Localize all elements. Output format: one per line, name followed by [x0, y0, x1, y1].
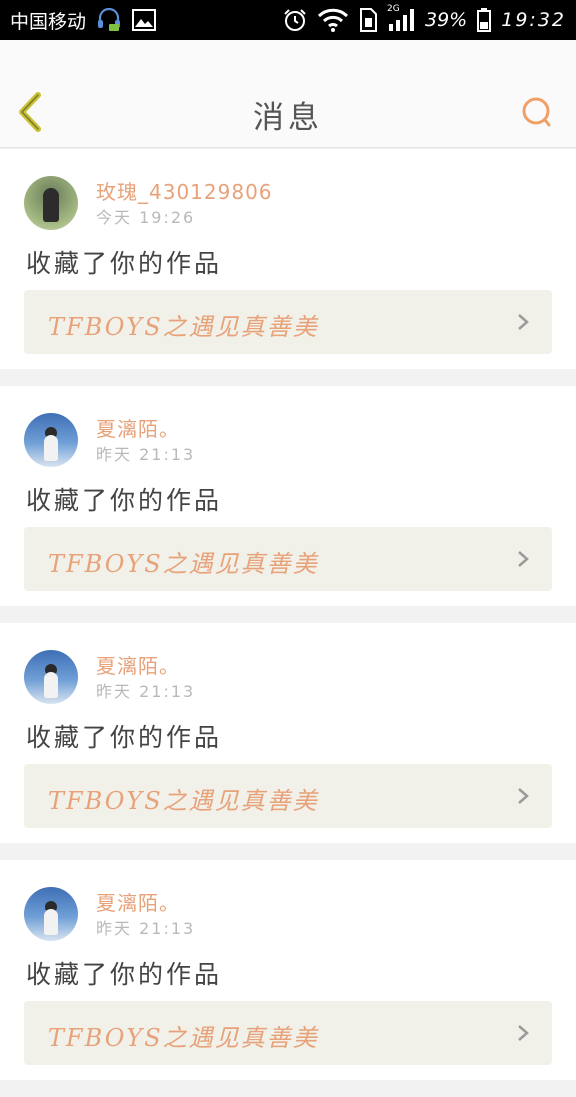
work-link[interactable]: TFBOYS之遇见真善美	[24, 1001, 552, 1065]
status-bar: 中国移动 2G 39% 19:32	[0, 0, 576, 40]
avatar[interactable]	[24, 413, 78, 467]
battery-icon	[477, 8, 492, 32]
timestamp: 昨天 21:13	[96, 682, 196, 701]
message-item: 玫瑰_430129806 今天 19:26 收藏了你的作品 TFBOYS之遇见真…	[0, 149, 576, 369]
message-list: 玫瑰_430129806 今天 19:26 收藏了你的作品 TFBOYS之遇见真…	[0, 149, 576, 1097]
timestamp: 今天 19:26	[96, 208, 196, 227]
alarm-icon	[283, 8, 307, 32]
action-text: 收藏了你的作品	[26, 960, 223, 989]
work-link[interactable]: TFBOYS之遇见真善美	[24, 290, 552, 354]
message-item: 夏漓陌。 昨天 21:13 收藏了你的作品 TFBOYS之遇见真善美	[0, 860, 576, 1080]
action-text: 收藏了你的作品	[26, 249, 223, 278]
avatar[interactable]	[24, 887, 78, 941]
work-title: TFBOYS之遇见真善美	[48, 313, 319, 341]
username[interactable]: 夏漓陌。	[96, 887, 180, 916]
signal-icon: 2G	[387, 4, 415, 32]
wifi-icon	[317, 8, 349, 32]
work-title: TFBOYS之遇见真善美	[48, 550, 319, 578]
action-text: 收藏了你的作品	[26, 723, 223, 752]
work-link[interactable]: TFBOYS之遇见真善美	[24, 527, 552, 591]
carrier-name: 中国移动	[10, 10, 87, 33]
sim-icon	[359, 8, 377, 32]
work-title: TFBOYS之遇见真善美	[48, 1024, 319, 1052]
battery-percent: 39%	[425, 9, 468, 31]
timestamp: 昨天 21:13	[96, 445, 196, 464]
search-icon	[522, 97, 551, 127]
username[interactable]: 夏漓陌。	[96, 413, 180, 442]
username[interactable]: 玫瑰_430129806	[96, 176, 273, 205]
work-title: TFBOYS之遇见真善美	[48, 787, 319, 815]
avatar[interactable]	[24, 650, 78, 704]
clock: 19:32	[501, 9, 566, 31]
network-type: 2G	[387, 4, 400, 14]
chevron-right-icon	[518, 551, 529, 567]
work-link[interactable]: TFBOYS之遇见真善美	[24, 764, 552, 828]
top-app-bar: 消息	[0, 40, 576, 148]
chevron-right-icon	[518, 788, 529, 804]
username[interactable]: 夏漓陌。	[96, 650, 180, 679]
avatar[interactable]	[24, 176, 78, 230]
chevron-right-icon	[518, 1025, 529, 1041]
page-title: 消息	[253, 100, 323, 136]
headset-icon	[96, 8, 122, 32]
chevron-right-icon	[518, 314, 529, 330]
image-icon	[132, 9, 157, 31]
message-item: 夏漓陌。 昨天 21:13 收藏了你的作品 TFBOYS之遇见真善美	[0, 623, 576, 843]
message-item: 夏漓陌。 昨天 21:13 收藏了你的作品 TFBOYS之遇见真善美	[0, 386, 576, 606]
search-button[interactable]	[520, 96, 554, 130]
action-text: 收藏了你的作品	[26, 486, 223, 515]
timestamp: 昨天 21:13	[96, 919, 196, 938]
